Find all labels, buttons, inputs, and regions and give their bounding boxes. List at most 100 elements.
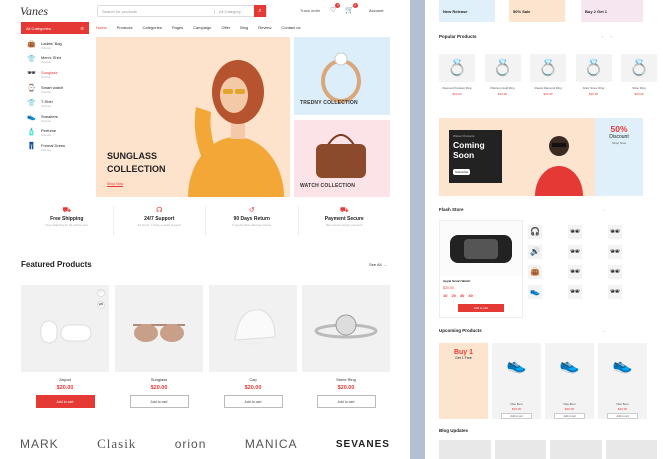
mini-product[interactable]: 🕶: [568, 222, 608, 242]
sidebar-item-smart-watch[interactable]: ⌚ Smart watch 3 Items: [21, 82, 89, 97]
nav-blog[interactable]: Blog: [240, 25, 248, 30]
mini-product[interactable]: 🕶: [608, 262, 648, 282]
mini-product[interactable]: 🎧: [528, 222, 568, 242]
nav-offer[interactable]: Offer: [221, 25, 230, 30]
popular-product-card[interactable]: 💍 Ruby Stone Ring $20.00: [575, 54, 612, 104]
nav-categories[interactable]: Categories: [142, 25, 161, 30]
sidebar-item-formal-dress[interactable]: 👖 Formal Dress 3 Items: [21, 140, 89, 155]
mini-product[interactable]: 🕶: [608, 282, 648, 302]
hero-banner[interactable]: SUNGLASS COLLECTION Shop Now: [96, 37, 290, 197]
featured-products-grid: ♡ ⇄ Airpod $20.00 Add to cart Sunglass $…: [21, 285, 390, 415]
sidebar-item-tshirt[interactable]: 👕 T-Shirt 3 Items: [21, 96, 89, 111]
add-to-cart-button[interactable]: Add to cart: [554, 413, 585, 419]
see-all-link[interactable]: See All →: [369, 262, 387, 267]
banner-sale[interactable]: 50% Sale: [509, 0, 565, 22]
add-to-cart-button[interactable]: Add to cart: [223, 395, 283, 408]
sidebar-item-sunglass[interactable]: 🕶 Sunglass 3 Items: [21, 67, 89, 82]
discount-promo[interactable]: 50% Discount Shop Now: [595, 118, 643, 196]
nav-review[interactable]: Review: [258, 25, 271, 30]
flash-deal-card[interactable]: Apple Smart Watch $20.00 10 20 30 40 Add…: [439, 220, 523, 318]
sidebar-item-mens-shirt[interactable]: 👕 Men's Shirt 3 Items: [21, 53, 89, 68]
ring-icon: 💍: [530, 54, 566, 82]
banner-buy2get1[interactable]: Buy 2 Get 1: [581, 0, 643, 22]
truck-icon: ⛟: [62, 207, 72, 214]
brand-logo-orion[interactable]: orion: [175, 437, 207, 451]
all-categories-button[interactable]: All Categories ☰: [21, 22, 89, 34]
cart-count-badge: 2: [352, 3, 358, 8]
search-input[interactable]: Search for products: [98, 9, 214, 14]
subscribe-button[interactable]: Subscribe: [453, 169, 471, 175]
popular-nav-arrows[interactable]: ‹ ›: [602, 34, 615, 39]
popular-product-card[interactable]: 💍 Diamond Pendant Ring $20.00: [439, 54, 475, 104]
mini-product[interactable]: 👜: [528, 262, 568, 282]
add-to-cart-button[interactable]: Add to cart: [607, 413, 638, 419]
blog-card[interactable]: [494, 440, 546, 459]
product-image: ♡ ⇄: [21, 285, 109, 372]
account-link[interactable]: Account: [369, 8, 383, 13]
add-to-cart-button[interactable]: Add to cart: [501, 413, 532, 419]
mini-product[interactable]: 🕶: [568, 282, 608, 302]
add-to-cart-button[interactable]: Add to cart: [129, 395, 189, 408]
nav-campaign[interactable]: Campaign: [193, 25, 211, 30]
mini-product[interactable]: 🔊: [528, 242, 568, 262]
blog-card[interactable]: [605, 440, 657, 459]
discount-shop-link[interactable]: Shop Now: [599, 141, 639, 145]
banner-new-release[interactable]: New Release: [439, 0, 495, 22]
mini-product[interactable]: 🕶: [568, 262, 608, 282]
sidebar-item-sneakers[interactable]: 👟 Sneakers 3 Items: [21, 111, 89, 126]
hero-shop-now-link[interactable]: Shop Now: [107, 182, 123, 186]
popular-product-card[interactable]: 💍 Classic Diamond Ring $20.00: [530, 54, 566, 104]
sidebar-item-perfume[interactable]: 🧴 Perfume 3 Items: [21, 126, 89, 141]
product-name: Silver Ring: [632, 86, 646, 90]
nav-home[interactable]: Home: [96, 25, 107, 30]
upcoming-see-all[interactable]: →: [602, 328, 609, 333]
product-card-stone-ring[interactable]: Stone Ring $20.00 Add to cart: [302, 285, 390, 415]
nav-pages[interactable]: Pages: [172, 25, 183, 30]
upcoming-product-card[interactable]: 👟 Nike Boot $20.00 Add to cart: [598, 343, 647, 419]
track-order-link[interactable]: Track order: [300, 8, 320, 13]
coming-soon-promo[interactable]: Winter Products Coming Soon Subscribe: [439, 118, 602, 196]
add-to-cart-button[interactable]: Add to cart: [316, 395, 376, 408]
mini-product[interactable]: 🕶: [608, 222, 648, 242]
site-logo[interactable]: Vanes: [20, 4, 48, 19]
countdown-timer: 10 20 30 40: [440, 290, 522, 301]
brand-logo-clasik[interactable]: Clasik: [97, 436, 136, 452]
mini-product[interactable]: 🕶: [568, 242, 608, 262]
flash-add-to-cart-button[interactable]: Add to cart: [458, 304, 504, 312]
search-bar[interactable]: Search for products All Category ⌕: [97, 5, 267, 17]
upcoming-product-card[interactable]: 👟 Nike Boot $20.00 Add to cart: [545, 343, 594, 419]
product-card-sunglass[interactable]: Sunglass $20.00 Add to cart: [115, 285, 203, 415]
sidebar-item-ladies-bag[interactable]: 👜 Ladies' Bag 3 Items: [21, 38, 89, 53]
heart-icon[interactable]: ♡: [97, 289, 105, 297]
cart-icon[interactable]: 🛒 2: [345, 3, 358, 14]
blog-card[interactable]: [550, 440, 602, 459]
mini-product[interactable]: 🕶: [608, 242, 648, 262]
upcoming-promo[interactable]: Buy 1 Get 1 Free: [439, 343, 488, 419]
brand-logo-mark[interactable]: MARK: [20, 437, 59, 451]
upcoming-product-card[interactable]: 👟 Nike Boot $20.00 Add to cart: [492, 343, 541, 419]
brand-logo-sevanes[interactable]: SEVANES: [336, 439, 390, 450]
popular-product-card[interactable]: 💍 Platinum Gold Ring $20.00: [484, 54, 521, 104]
blog-card[interactable]: [439, 440, 491, 459]
wishlist-icon[interactable]: ♡ 0: [330, 3, 341, 14]
product-card-airpod[interactable]: ♡ ⇄ Airpod $20.00 Add to cart: [21, 285, 109, 415]
main-page-panel: Vanes Search for products All Category ⌕…: [0, 0, 410, 459]
trendy-collection-tile[interactable]: TREDNY COLLECTION: [294, 37, 390, 115]
brand-logo-manica[interactable]: MANICA: [245, 437, 298, 451]
sneaker-icon: 👟: [506, 357, 527, 374]
product-price: $20.00: [337, 385, 355, 391]
product-image: [440, 221, 522, 276]
watch-collection-tile[interactable]: WATCH COLLECTION: [294, 120, 390, 197]
search-category-select[interactable]: All Category: [214, 8, 254, 14]
flash-see-all[interactable]: →: [602, 207, 609, 212]
mini-product[interactable]: 👟: [528, 282, 568, 302]
secondary-page-panel: New Release 50% Sale Buy 2 Get 1 Popular…: [425, 0, 663, 459]
nav-products[interactable]: Products: [117, 25, 133, 30]
nav-contact[interactable]: Contact us: [281, 25, 300, 30]
product-image: [115, 285, 203, 372]
add-to-cart-button[interactable]: Add to cart: [35, 395, 95, 408]
search-button[interactable]: ⌕: [254, 5, 266, 17]
popular-product-card[interactable]: 💍 Silver Ring $20.00: [621, 54, 657, 104]
compare-icon[interactable]: ⇄: [97, 301, 105, 309]
product-card-cap[interactable]: Cap $20.00 Add to cart: [209, 285, 297, 415]
